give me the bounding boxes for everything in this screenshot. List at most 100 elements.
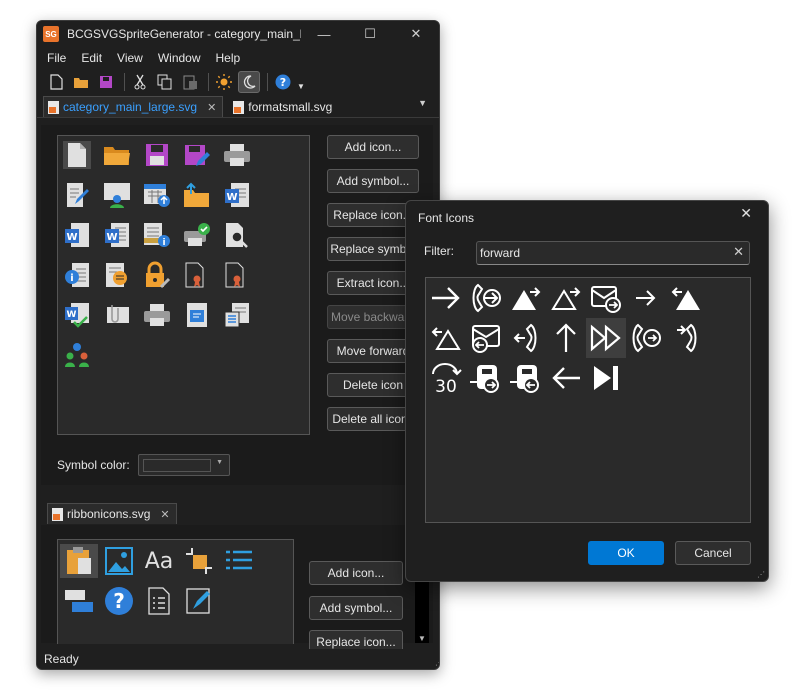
certificate-icon[interactable] xyxy=(183,261,211,289)
tab-formatsmall[interactable]: formatsmall.svg xyxy=(229,97,338,117)
lock-key-icon[interactable] xyxy=(143,261,171,289)
arrow-up-icon[interactable] xyxy=(546,318,586,358)
arrow-left-icon[interactable] xyxy=(546,358,586,398)
tab-close-icon[interactable]: ✕ xyxy=(207,101,216,114)
picture-icon[interactable] xyxy=(100,544,138,578)
ribbon-icon-grid[interactable]: Aa ? xyxy=(57,539,294,644)
help-icon[interactable]: ? xyxy=(100,584,138,618)
filter-input[interactable]: forward ✕ xyxy=(476,241,750,265)
new-file-icon[interactable] xyxy=(45,71,67,93)
menu-window[interactable]: Window xyxy=(158,51,201,65)
tab-list-dropdown[interactable]: ▼ xyxy=(418,98,427,108)
symbol-color-picker[interactable]: ▼ xyxy=(138,454,230,476)
menu-help[interactable]: Help xyxy=(216,51,241,65)
open-folder-icon[interactable] xyxy=(70,71,92,93)
word-icon[interactable]: W xyxy=(63,221,91,249)
dropdown-arrow-icon[interactable]: ▼ xyxy=(297,82,305,91)
users-icon[interactable] xyxy=(63,341,91,369)
arrow-right-icon[interactable] xyxy=(426,278,466,318)
help-icon[interactable]: ? xyxy=(272,71,294,93)
checklist-icon[interactable] xyxy=(140,584,178,618)
copy-icon[interactable] xyxy=(154,71,176,93)
close-button[interactable]: ✕ xyxy=(393,26,439,42)
fast-forward-icon[interactable] xyxy=(586,318,626,358)
magnifier-document-icon[interactable] xyxy=(223,221,251,249)
minimize-button[interactable]: — xyxy=(301,27,347,42)
server-info-icon[interactable]: i xyxy=(143,221,171,249)
resize-grip-icon[interactable]: ⋰ xyxy=(757,570,765,579)
document-properties-icon[interactable] xyxy=(223,301,251,329)
tab-category-main-large[interactable]: category_main_large.svg ✕ xyxy=(43,96,224,117)
paste-icon[interactable] xyxy=(179,71,201,93)
clear-filter-button[interactable]: ✕ xyxy=(733,244,744,260)
folder-upload-icon[interactable] xyxy=(183,181,211,209)
add-icon-button[interactable]: Add icon... xyxy=(327,135,419,159)
triangle-forward-outline-icon[interactable] xyxy=(546,278,586,318)
cut-icon[interactable] xyxy=(129,71,151,93)
format-painter-icon[interactable] xyxy=(180,584,218,618)
device-forward-icon[interactable] xyxy=(466,358,506,398)
maximize-button[interactable]: ☐ xyxy=(347,26,393,42)
save-purple-icon[interactable] xyxy=(143,141,171,169)
calendar-upload-icon[interactable] xyxy=(143,181,171,209)
triangle-back-filled-icon[interactable] xyxy=(666,278,706,318)
tab-close-icon[interactable]: ✕ xyxy=(160,508,169,521)
folder-icon[interactable] xyxy=(103,141,131,169)
redo-30-icon[interactable]: 30 xyxy=(426,358,466,398)
phone-hook-icon[interactable] xyxy=(506,318,546,358)
skip-forward-icon[interactable] xyxy=(586,358,626,398)
attachment-icon[interactable] xyxy=(103,301,131,329)
menu-edit[interactable]: Edit xyxy=(81,51,102,65)
scroll-down-icon[interactable]: ▼ xyxy=(418,634,426,643)
printer-check-icon[interactable] xyxy=(183,221,211,249)
ribbon-add-symbol-button[interactable]: Add symbol... xyxy=(309,596,403,620)
info-document-icon[interactable]: i xyxy=(63,261,91,289)
edit-document-icon[interactable] xyxy=(63,181,91,209)
cancel-button[interactable]: Cancel xyxy=(675,541,751,565)
triangle-forward-filled-icon[interactable] xyxy=(506,278,546,318)
clipboard-icon[interactable] xyxy=(60,544,98,578)
title-bar[interactable]: SG BCGSVGSpriteGenerator - category_main… xyxy=(37,21,439,47)
dark-theme-icon[interactable] xyxy=(238,71,260,93)
word-document-icon[interactable]: W xyxy=(223,181,251,209)
document-icon[interactable] xyxy=(63,141,91,169)
printer-icon[interactable] xyxy=(223,141,251,169)
menu-view[interactable]: View xyxy=(117,51,143,65)
phone-forward-2-icon[interactable] xyxy=(626,318,666,358)
phone-forward-icon[interactable] xyxy=(466,278,506,318)
save-icon[interactable] xyxy=(95,71,117,93)
dialog-close-button[interactable]: ✕ xyxy=(740,205,752,222)
svg-text:i: i xyxy=(162,238,165,248)
vertical-scrollbar[interactable]: ▼ xyxy=(415,581,429,643)
resize-grip-icon[interactable]: ⋰ xyxy=(435,658,439,667)
word-document-2-icon[interactable]: W xyxy=(103,221,131,249)
layers-icon[interactable] xyxy=(60,584,98,618)
menu-file[interactable]: File xyxy=(47,51,66,65)
mail-forward-icon[interactable] xyxy=(586,278,626,318)
ok-button[interactable]: OK xyxy=(588,541,664,565)
word-check-icon[interactable]: W xyxy=(63,301,91,329)
tab-ribbonicons[interactable]: ribbonicons.svg ✕ xyxy=(47,503,177,524)
save-edit-icon[interactable] xyxy=(183,141,211,169)
light-theme-icon[interactable] xyxy=(213,71,235,93)
printer-2-icon[interactable] xyxy=(143,301,171,329)
blue-document-icon[interactable] xyxy=(183,301,211,329)
list-icon[interactable] xyxy=(220,544,258,578)
user-document-icon[interactable] xyxy=(103,181,131,209)
triangle-back-outline-icon[interactable] xyxy=(426,318,466,358)
phone-2-icon[interactable] xyxy=(666,318,706,358)
arrow-right-small-icon[interactable] xyxy=(626,278,666,318)
document-list-icon[interactable] xyxy=(103,261,131,289)
icon-grid[interactable]: W W W i i W xyxy=(57,135,310,435)
font-icons-list[interactable]: 30 xyxy=(425,277,751,523)
document-tab-strip: category_main_large.svg ✕ formatsmall.sv… xyxy=(37,95,439,118)
device-back-icon[interactable] xyxy=(506,358,546,398)
filter-value: forward xyxy=(480,246,521,260)
mail-back-icon[interactable] xyxy=(466,318,506,358)
font-icon[interactable]: Aa xyxy=(140,544,178,578)
symbol-color-label: Symbol color: xyxy=(57,458,130,472)
certificate-2-icon[interactable] xyxy=(223,261,251,289)
ribbon-add-icon-button[interactable]: Add icon... xyxy=(309,561,403,585)
crop-icon[interactable] xyxy=(180,544,218,578)
add-symbol-button[interactable]: Add symbol... xyxy=(327,169,419,193)
